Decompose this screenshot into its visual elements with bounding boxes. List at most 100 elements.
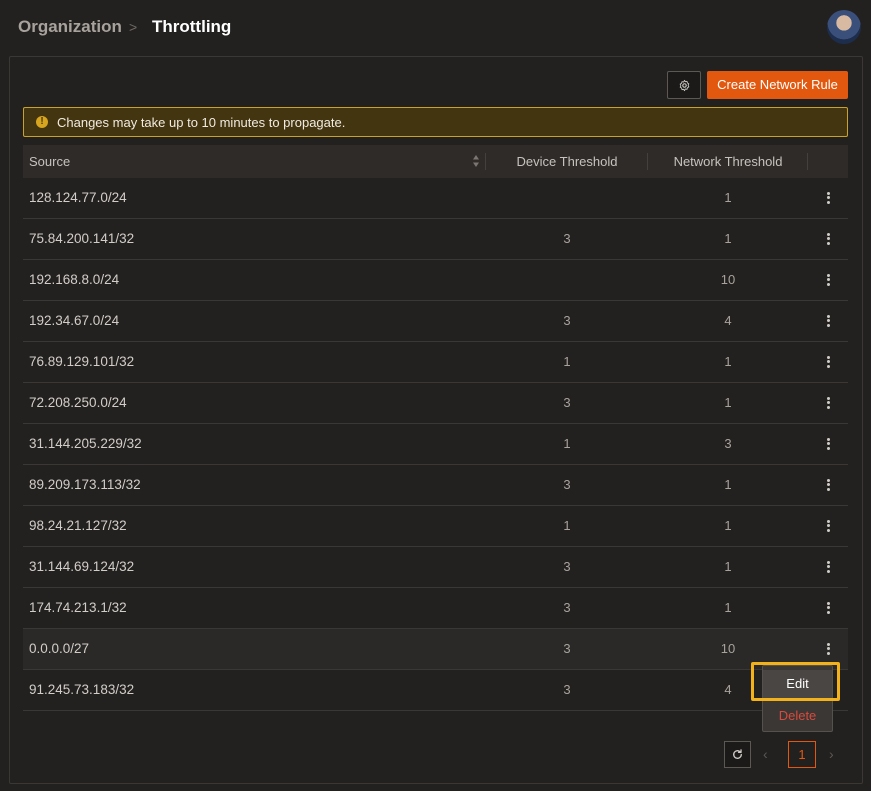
- source-cell: 89.209.173.113/32: [29, 477, 141, 492]
- device-threshold-cell: 3: [563, 231, 571, 246]
- device-threshold-cell: 3: [563, 395, 571, 410]
- kebab-menu-icon: [826, 273, 830, 288]
- avatar[interactable]: [827, 10, 861, 44]
- kebab-menu-icon: [826, 355, 830, 370]
- table-row: 75.84.200.141/32 3 1: [23, 219, 848, 260]
- network-threshold-cell: 1: [724, 354, 732, 369]
- row-actions-button[interactable]: [808, 465, 848, 505]
- settings-button[interactable]: [667, 71, 701, 99]
- kebab-menu-icon: [826, 191, 830, 206]
- source-cell: 75.84.200.141/32: [29, 231, 135, 246]
- source-cell: 76.89.129.101/32: [29, 354, 135, 369]
- table-row: 76.89.129.101/32 1 1: [23, 342, 848, 383]
- row-actions-button[interactable]: [808, 383, 848, 423]
- info-icon: !: [36, 116, 48, 128]
- breadcrumb-organization[interactable]: Organization: [18, 17, 122, 37]
- network-threshold-cell: 10: [720, 641, 736, 656]
- source-cell: 31.144.205.229/32: [29, 436, 142, 451]
- kebab-menu-icon: [826, 396, 830, 411]
- row-actions-button[interactable]: [808, 424, 848, 464]
- source-cell: 128.124.77.0/24: [29, 190, 127, 205]
- previous-page-button[interactable]: ‹: [763, 746, 768, 762]
- source-cell: 174.74.213.1/32: [29, 600, 127, 615]
- device-threshold-cell: 3: [563, 641, 571, 656]
- row-actions-button[interactable]: [808, 301, 848, 341]
- kebab-menu-icon: [826, 560, 830, 575]
- row-actions-button[interactable]: [808, 506, 848, 546]
- refresh-button[interactable]: [724, 741, 751, 768]
- device-threshold-cell: 1: [563, 354, 571, 369]
- network-threshold-cell: 1: [724, 600, 732, 615]
- source-cell: 98.24.21.127/32: [29, 518, 127, 533]
- device-threshold-cell: [486, 178, 648, 218]
- table-row: 31.144.205.229/32 1 3: [23, 424, 848, 465]
- source-cell: 192.168.8.0/24: [29, 272, 120, 287]
- kebab-menu-icon: [826, 437, 830, 452]
- device-threshold-cell: 3: [563, 313, 571, 328]
- page-title: Throttling: [152, 17, 232, 36]
- propagation-alert: ! Changes may take up to 10 minutes to p…: [23, 107, 848, 137]
- kebab-menu-icon: [826, 232, 830, 247]
- table-row: 31.144.69.124/32 3 1: [23, 547, 848, 588]
- network-threshold-cell: 1: [724, 518, 732, 533]
- column-divider: [807, 153, 808, 170]
- network-threshold-cell: 3: [724, 436, 732, 451]
- row-actions-button[interactable]: [808, 219, 848, 259]
- row-context-menu: Edit Delete: [762, 665, 833, 732]
- row-actions-button[interactable]: [808, 342, 848, 382]
- row-actions-button[interactable]: [808, 260, 848, 300]
- network-threshold-cell: 1: [724, 477, 732, 492]
- page-1-button[interactable]: 1: [788, 741, 816, 768]
- table-header: Source Device Threshold Network Threshol…: [23, 145, 848, 178]
- row-actions-button[interactable]: [808, 547, 848, 587]
- gear-icon: [679, 79, 689, 91]
- kebab-menu-icon: [826, 601, 830, 616]
- edit-menu-item[interactable]: Edit: [763, 670, 832, 698]
- network-threshold-cell: 1: [724, 231, 732, 246]
- kebab-menu-icon: [826, 519, 830, 534]
- network-threshold-cell: 10: [720, 272, 736, 287]
- create-network-rule-button[interactable]: Create Network Rule: [707, 71, 848, 99]
- device-threshold-cell: 3: [563, 559, 571, 574]
- sort-icon[interactable]: [472, 153, 480, 169]
- table-row: 89.209.173.113/32 3 1: [23, 465, 848, 506]
- network-threshold-cell: 4: [724, 313, 732, 328]
- source-cell: 72.208.250.0/24: [29, 395, 127, 410]
- row-actions-button[interactable]: [808, 629, 848, 669]
- device-threshold-cell: 3: [563, 477, 571, 492]
- device-threshold-cell: [486, 260, 648, 300]
- row-actions-button[interactable]: [808, 178, 848, 218]
- table-row: 174.74.213.1/32 3 1: [23, 588, 848, 629]
- device-threshold-cell: 1: [563, 436, 571, 451]
- next-page-button[interactable]: ›: [829, 746, 834, 762]
- breadcrumb-separator-icon: >: [129, 19, 138, 35]
- table-body: 128.124.77.0/24 1 75.84.200.141/32 3 1 1…: [23, 178, 848, 711]
- kebab-menu-icon: [826, 314, 830, 329]
- network-threshold-cell: 1: [724, 395, 732, 410]
- table-row: 0.0.0.0/27 3 10: [23, 629, 848, 670]
- column-header-device-threshold: Device Threshold: [516, 154, 618, 169]
- kebab-menu-icon: [826, 478, 830, 493]
- alert-message: Changes may take up to 10 minutes to pro…: [57, 114, 346, 130]
- device-threshold-cell: 3: [563, 682, 571, 697]
- table-row: 192.168.8.0/24 10: [23, 260, 848, 301]
- device-threshold-cell: 1: [563, 518, 571, 533]
- column-header-network-threshold: Network Threshold: [673, 154, 783, 169]
- source-cell: 192.34.67.0/24: [29, 313, 120, 328]
- table-row: 192.34.67.0/24 3 4: [23, 301, 848, 342]
- table-row: 98.24.21.127/32 1 1: [23, 506, 848, 547]
- source-cell: 0.0.0.0/27: [29, 641, 90, 656]
- network-threshold-cell: 1: [724, 190, 732, 205]
- delete-menu-item[interactable]: Delete: [763, 702, 832, 730]
- row-actions-button[interactable]: [808, 588, 848, 628]
- device-threshold-cell: 3: [563, 600, 571, 615]
- refresh-icon: [733, 749, 742, 759]
- source-cell: 91.245.73.183/32: [29, 682, 135, 697]
- column-header-source[interactable]: Source: [29, 145, 70, 178]
- network-threshold-cell: 1: [724, 559, 732, 574]
- kebab-menu-icon: [826, 642, 830, 657]
- source-cell: 31.144.69.124/32: [29, 559, 135, 574]
- table-row: 91.245.73.183/32 3 4: [23, 670, 848, 711]
- top-bar: Organization > Throttling: [0, 0, 871, 56]
- table-row: 128.124.77.0/24 1: [23, 178, 848, 219]
